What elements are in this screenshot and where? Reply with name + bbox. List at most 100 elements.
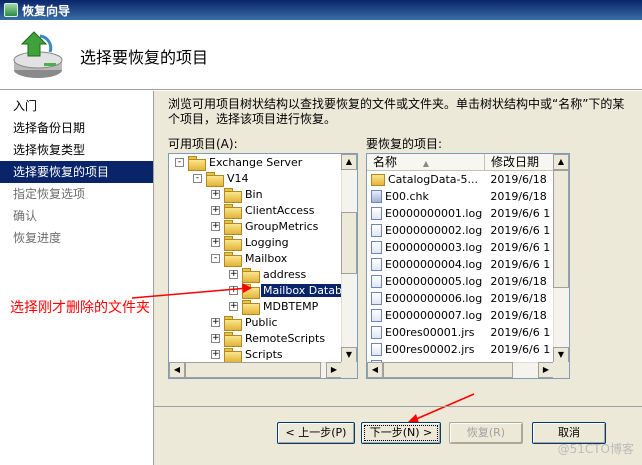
list-item[interactable]: E00res00002.jrs 2019/6/6 1 (367, 341, 554, 358)
tree-node[interactable]: + Public (169, 314, 342, 331)
folder-icon (224, 235, 242, 251)
list-item-date: 2019/6/18 (490, 292, 547, 305)
scroll-right-arrow-icon[interactable]: ▶ (326, 362, 342, 378)
column-header-name[interactable]: 名称 ▲ (367, 154, 485, 171)
collapse-icon[interactable]: - (193, 173, 202, 183)
list-item-name: E0000000006.log (385, 292, 483, 305)
list-item[interactable]: E0000000001.log 2019/6/6 1 (367, 205, 554, 222)
wizard-step-item[interactable]: 选择恢复类型 (0, 139, 153, 161)
footer-separator (153, 406, 642, 407)
scroll-up-arrow-icon[interactable]: ▲ (341, 154, 357, 170)
wizard-step-item: 恢复进度 (13, 231, 62, 245)
list-item[interactable]: E0000000006.log 2019/6/18 (367, 290, 554, 307)
tree-view[interactable]: - Exchange Server - V14 + Bin + ClientAccess + Gr… (169, 154, 342, 363)
scroll-thumb[interactable] (553, 170, 569, 288)
scroll-down-arrow-icon[interactable]: ▼ (341, 347, 357, 363)
list-vertical-scrollbar[interactable]: ▲ ▼ (553, 154, 569, 363)
expand-icon[interactable]: + (211, 237, 220, 247)
collapse-icon[interactable]: - (211, 253, 220, 263)
checkpoint-file-icon (371, 190, 382, 203)
tree-node[interactable]: + address (169, 266, 342, 283)
list-item-date: 2019/6/18 (490, 190, 547, 203)
list-item-name-cell: E0000000002.log (367, 224, 484, 237)
tree-node-label[interactable]: Logging (243, 236, 291, 249)
expand-icon[interactable]: + (229, 285, 238, 295)
tree-node-label[interactable]: address (261, 268, 308, 281)
list-item[interactable]: E00res00001.jrs 2019/6/6 1 (367, 324, 554, 341)
list-item-name-cell: E00res00001.jrs (367, 326, 484, 339)
tree-node[interactable]: + Logging (169, 234, 342, 251)
wizard-step-item[interactable]: 入门 (0, 95, 153, 117)
tree-node[interactable]: + RemoteScripts (169, 330, 342, 347)
tree-node-label[interactable]: Scripts (243, 348, 285, 361)
scroll-thumb[interactable] (185, 362, 321, 378)
restore-button[interactable]: 恢复(R) (449, 422, 523, 444)
tree-node[interactable]: + Scripts (169, 346, 342, 363)
tree-node[interactable]: - V14 (169, 170, 342, 187)
expand-icon[interactable]: + (211, 189, 220, 199)
scroll-thumb[interactable] (383, 362, 513, 378)
scroll-up-arrow-icon[interactable]: ▲ (553, 154, 569, 170)
collapse-icon[interactable]: - (175, 157, 184, 167)
list-item-name-cell: E0000000007.log (367, 309, 484, 322)
folder-icon (224, 187, 242, 203)
tree-node-label[interactable]: Public (243, 316, 280, 329)
wizard-step-item[interactable]: 选择要恢复的项目 (0, 161, 153, 183)
folder-icon (224, 347, 242, 363)
expand-icon[interactable]: + (211, 349, 220, 359)
tree-node-label[interactable]: Exchange Server (207, 156, 304, 169)
tree-node-label[interactable]: RemoteScripts (243, 332, 327, 345)
scroll-thumb[interactable] (341, 212, 357, 274)
available-items-tree[interactable]: - Exchange Server - V14 + Bin + ClientAccess + Gr… (168, 153, 358, 379)
scroll-down-arrow-icon[interactable]: ▼ (553, 347, 569, 363)
tree-node-label[interactable]: Mailbox Database (261, 283, 342, 297)
list-horizontal-scrollbar[interactable]: ◀ ▶ (367, 362, 554, 378)
list-item[interactable]: E0000000005.log 2019/6/18 (367, 273, 554, 290)
folder-icon (224, 219, 242, 235)
expand-icon[interactable]: + (229, 269, 238, 279)
next-button[interactable]: 下一步(N) > (361, 422, 441, 444)
tree-node-label[interactable]: ClientAccess (243, 204, 317, 217)
list-item[interactable]: E00.chk 2019/6/18 (367, 188, 554, 205)
expand-icon[interactable]: + (229, 301, 238, 311)
list-item[interactable]: E0000000007.log 2019/6/18 (367, 307, 554, 324)
scroll-right-arrow-icon[interactable]: ▶ (538, 362, 554, 378)
tree-node-label[interactable]: GroupMetrics (243, 220, 320, 233)
list-item[interactable]: E0000000004.log 2019/6/6 1 (367, 256, 554, 273)
folder-icon (371, 173, 385, 186)
list-item[interactable]: E0000000003.log 2019/6/6 1 (367, 239, 554, 256)
file-list[interactable]: CatalogData-5... 2019/6/18 E00.chk 2019/6/1… (367, 171, 554, 363)
wizard-step-item[interactable]: 选择备份日期 (0, 117, 153, 139)
tree-node[interactable]: - Exchange Server (169, 154, 342, 171)
tree-vertical-scrollbar[interactable]: ▲ ▼ (341, 154, 357, 363)
tree-node-label[interactable]: V14 (225, 172, 251, 185)
back-button[interactable]: < 上一步(P) (277, 422, 355, 444)
expand-icon[interactable]: + (211, 317, 220, 327)
items-to-restore-list[interactable]: 名称 ▲ 修改日期 CatalogData-5... 2019/6/18 E00.c… (366, 153, 570, 379)
expand-icon[interactable]: + (211, 333, 220, 343)
folder-icon (206, 171, 224, 187)
tree-horizontal-scrollbar[interactable]: ◀ ▶ (169, 362, 342, 378)
scroll-left-arrow-icon[interactable]: ◀ (169, 362, 185, 378)
tree-node[interactable]: + MDBTEMP (169, 298, 342, 315)
list-item-name: E00res00002.jrs (385, 343, 475, 356)
list-item-date: 2019/6/18 (490, 309, 547, 322)
tree-node[interactable]: + ClientAccess (169, 202, 342, 219)
scroll-left-arrow-icon[interactable]: ◀ (367, 362, 383, 378)
list-item-date: 2019/6/6 1 (490, 241, 551, 254)
tree-node-label[interactable]: Mailbox (243, 252, 289, 265)
backup-restore-icon (13, 31, 63, 78)
tree-node[interactable]: + Mailbox Database (169, 282, 342, 299)
tree-node-label[interactable]: Bin (243, 188, 265, 201)
list-item[interactable]: E0000000002.log 2019/6/6 1 (367, 222, 554, 239)
tree-node[interactable]: - Mailbox (169, 250, 342, 267)
tree-node[interactable]: + Bin (169, 186, 342, 203)
items-to-restore-label: 要恢复的项目: (366, 137, 443, 151)
main-panel: 浏览可用项目树状结构以查找要恢复的文件或文件夹。单击树状结构中或“名称”下的某个… (153, 91, 642, 465)
tree-node[interactable]: + GroupMetrics (169, 218, 342, 235)
tree-node-label[interactable]: MDBTEMP (261, 300, 320, 313)
expand-icon[interactable]: + (211, 205, 220, 215)
list-item[interactable]: CatalogData-5... 2019/6/18 (367, 171, 554, 188)
column-header-date[interactable]: 修改日期 (485, 154, 554, 171)
expand-icon[interactable]: + (211, 221, 220, 231)
